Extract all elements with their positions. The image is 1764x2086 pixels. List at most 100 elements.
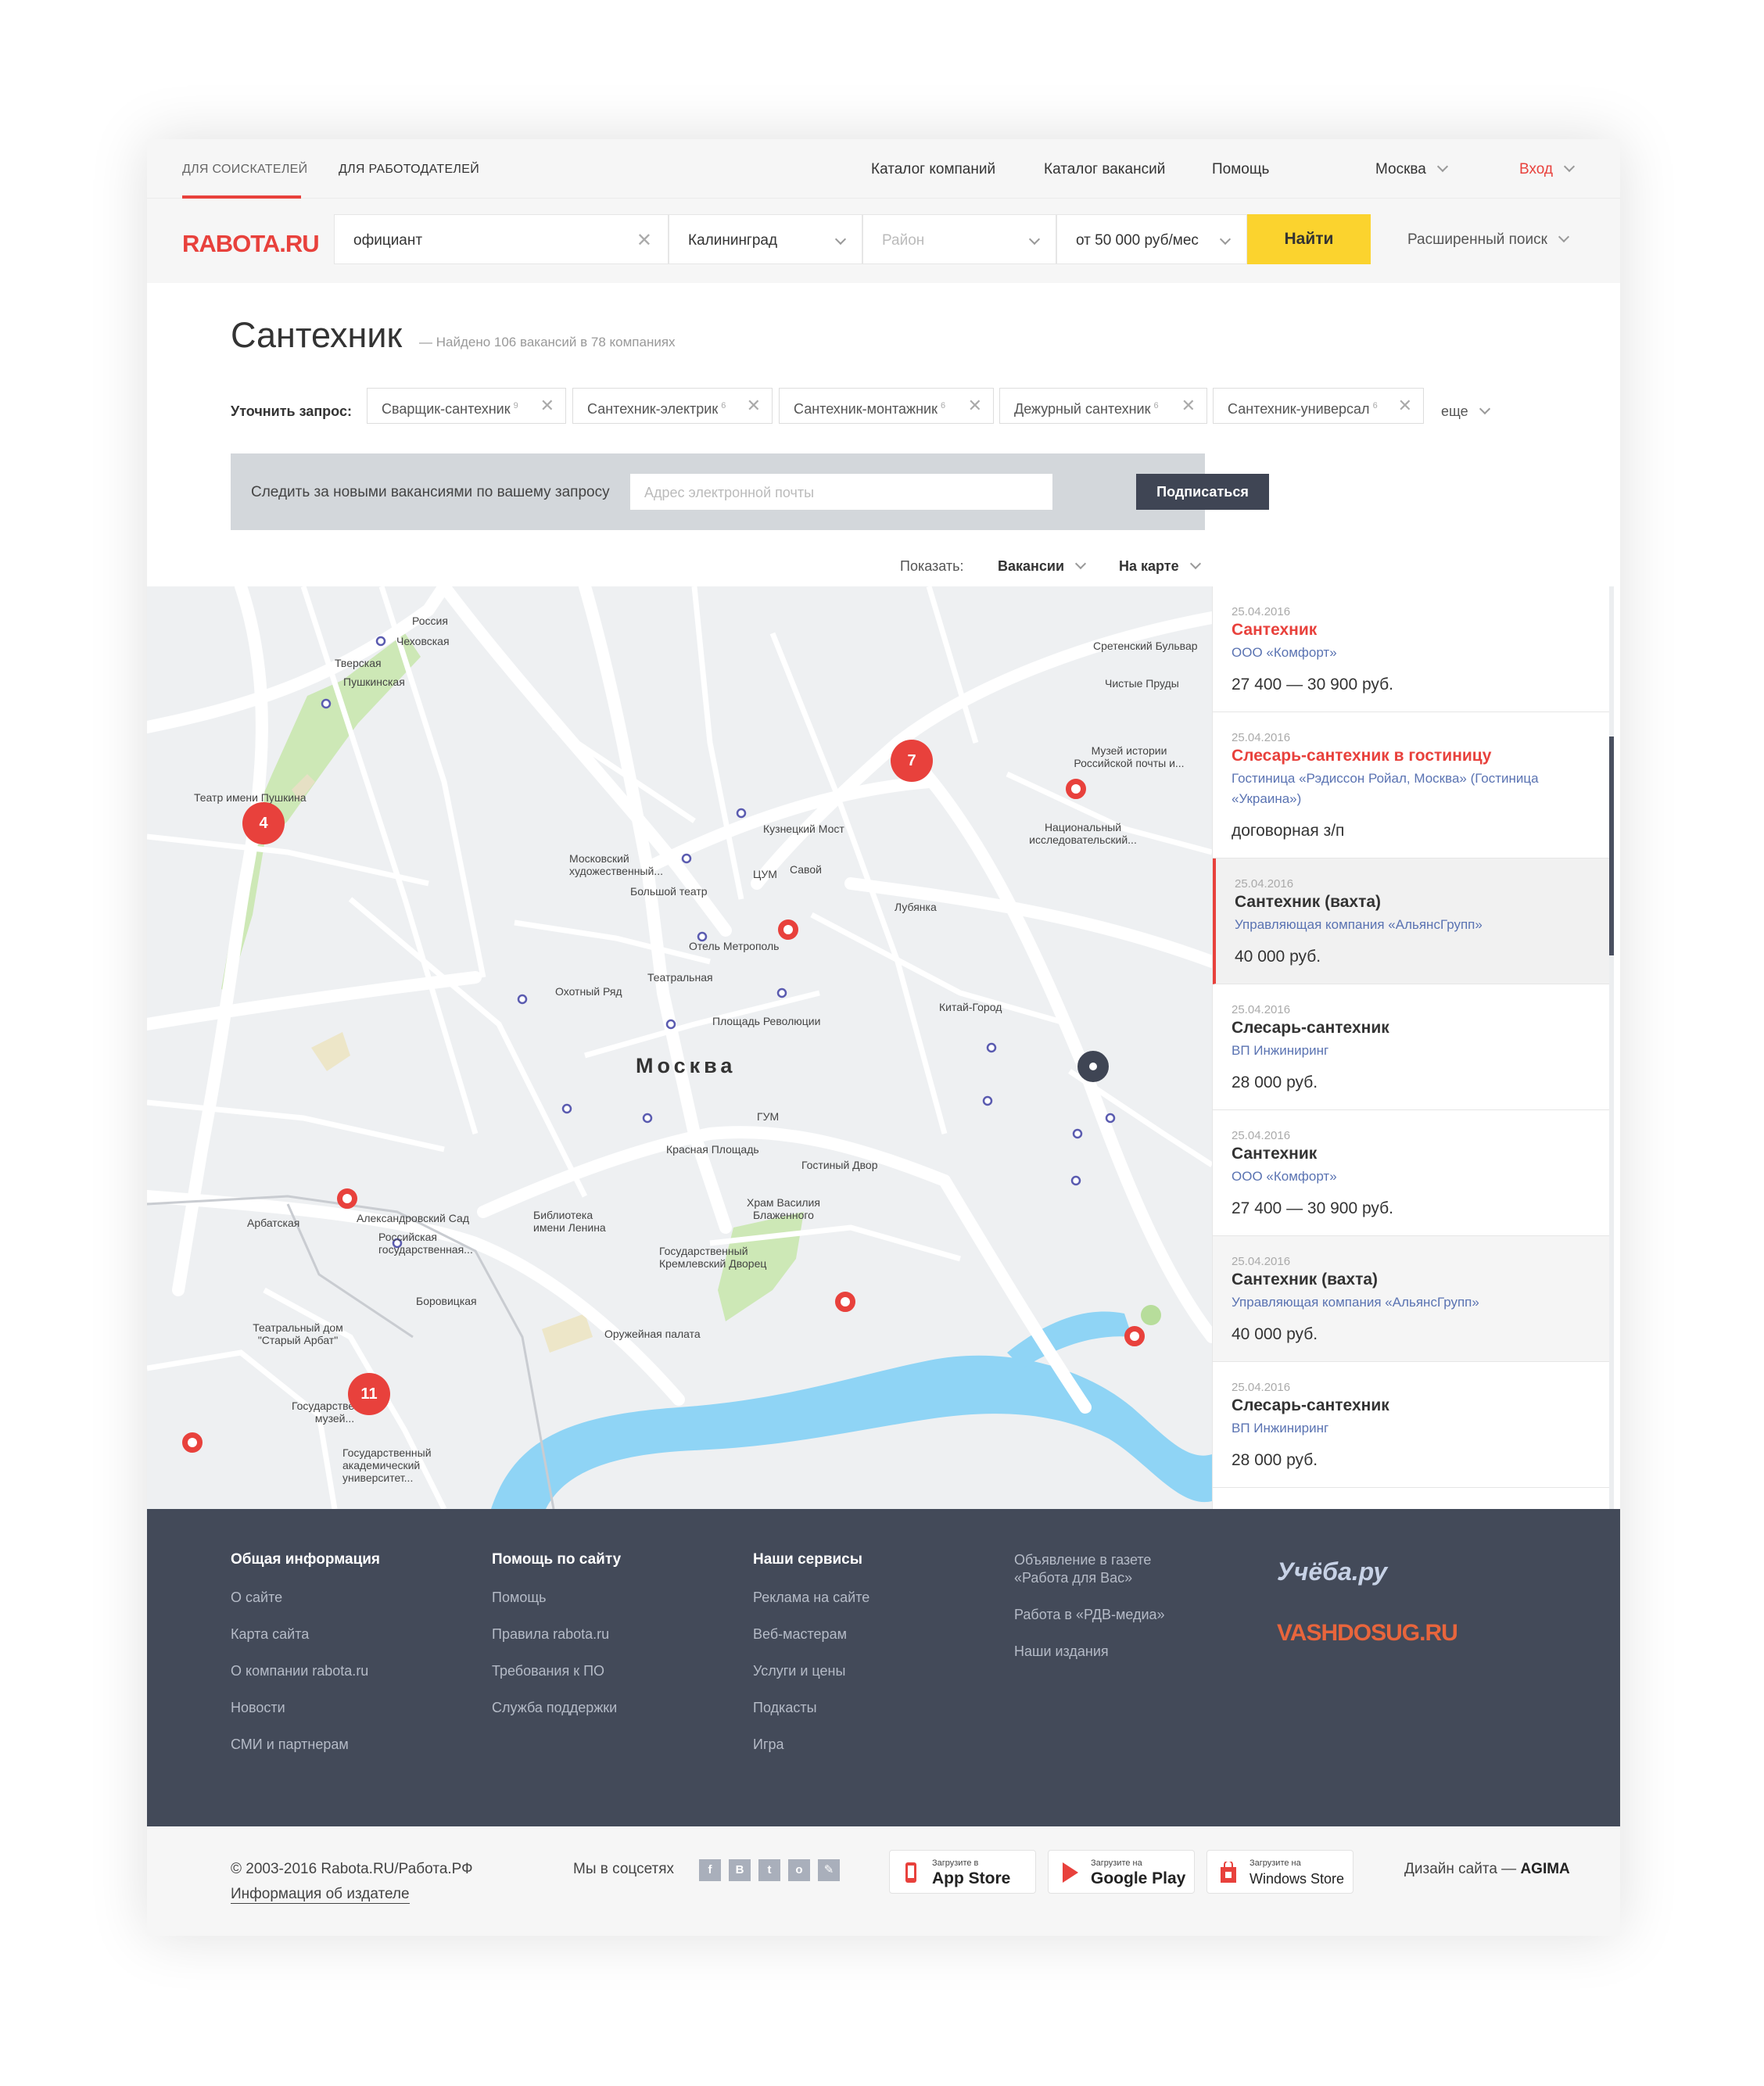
google-play-badge[interactable]: Загрузите на Google Play xyxy=(1048,1850,1195,1894)
remove-icon[interactable]: ✕ xyxy=(1398,389,1412,423)
refine-chip[interactable]: Сантехник-универсал 6 ✕ xyxy=(1213,388,1424,424)
catalog-companies-link[interactable]: Каталог компаний xyxy=(871,161,995,178)
clear-icon[interactable]: ✕ xyxy=(636,229,652,252)
vacancy-title[interactable]: Сантехник xyxy=(1232,1145,1317,1163)
vacancy-company[interactable]: ООО «Комфорт» xyxy=(1232,1167,1599,1187)
publisher-link[interactable]: Информация об издателе xyxy=(231,1886,410,1904)
vacancy-company[interactable]: Управляющая компания «АльянсГрупп» xyxy=(1232,1292,1599,1313)
vashdosug-logo[interactable]: VASHDOSUG.RU xyxy=(1277,1620,1458,1647)
vacancy-map[interactable]: Россия Чеховская Тверская Пушкинская Теа… xyxy=(147,586,1212,1509)
footer-link[interactable]: Работа в «РДВ-медиа» xyxy=(1014,1606,1194,1624)
map-pin-marker[interactable] xyxy=(182,1432,203,1453)
vk-icon[interactable]: B xyxy=(729,1859,751,1881)
map-pin-marker[interactable] xyxy=(1066,779,1086,799)
vacancy-card[interactable]: 25.04.2016 Слесарь-сантехник в гостиницу… xyxy=(1213,712,1612,858)
vacancy-title[interactable]: Слесарь-сантехник xyxy=(1232,1019,1389,1038)
list-scrollbar-thumb[interactable] xyxy=(1609,737,1614,955)
footer-link[interactable]: Подкасты xyxy=(753,1699,869,1717)
footer-link[interactable]: Игра xyxy=(753,1736,869,1754)
map-cluster-marker[interactable]: 4 xyxy=(242,802,285,844)
query-input[interactable]: официант ✕ xyxy=(334,214,669,264)
livejournal-icon[interactable]: ✎ xyxy=(818,1859,840,1881)
help-link[interactable]: Помощь xyxy=(1212,161,1269,178)
map-label: Тверская xyxy=(335,657,382,669)
refine-chip[interactable]: Сантехник-монтажник 6 ✕ xyxy=(779,388,994,424)
show-layout-select[interactable]: На карте xyxy=(1119,557,1201,575)
footer-link[interactable]: Новости xyxy=(231,1699,380,1717)
vacancy-title[interactable]: Сантехник (вахта) xyxy=(1232,1271,1378,1289)
remove-icon[interactable]: ✕ xyxy=(1181,389,1196,423)
odnoklassniki-icon[interactable]: o xyxy=(788,1859,810,1881)
chevron-down-icon xyxy=(1436,160,1448,173)
vacancy-title[interactable]: Слесарь-сантехник xyxy=(1232,1396,1389,1415)
vacancy-company[interactable]: ВП Инжиниринг xyxy=(1232,1418,1599,1439)
vacancy-card[interactable]: 25.04.2016 Слесарь-сантехник ВП Инжинири… xyxy=(1213,1362,1612,1488)
footer-link[interactable]: Реклама на сайте xyxy=(753,1589,869,1607)
city-select[interactable]: Калининград xyxy=(669,214,862,264)
vacancy-company[interactable]: Управляющая компания «АльянсГрупп» xyxy=(1235,915,1602,935)
footer-link[interactable]: Помощь xyxy=(492,1589,621,1607)
vacancy-card[interactable]: 25.04.2016 Сантехник (вахта) Управляющая… xyxy=(1213,858,1612,984)
footer-link[interactable]: Правила rabota.ru xyxy=(492,1625,621,1643)
footer-link[interactable]: СМИ и партнерам xyxy=(231,1736,380,1754)
show-label: Показать: xyxy=(900,558,964,574)
vacancy-card[interactable]: 25.04.2016 Слесарь-сантехник ВП Инжинири… xyxy=(1213,984,1612,1110)
city-selector[interactable]: Москва xyxy=(1375,160,1448,178)
catalog-vacancies-link[interactable]: Каталог вакансий xyxy=(1044,161,1165,178)
vacancy-company[interactable]: ВП Инжиниринг xyxy=(1232,1041,1599,1061)
windows-store-badge[interactable]: Загрузите на Windows Store xyxy=(1206,1850,1353,1894)
app-store-badge[interactable]: Загрузите в App Store xyxy=(889,1850,1036,1894)
agima-link[interactable]: AGIMA xyxy=(1520,1861,1569,1877)
map-pin-marker[interactable] xyxy=(337,1188,357,1209)
facebook-icon[interactable]: f xyxy=(699,1859,721,1881)
chevron-down-icon xyxy=(1028,233,1041,246)
remove-icon[interactable]: ✕ xyxy=(968,389,982,423)
vacancy-title[interactable]: Сантехник (вахта) xyxy=(1235,893,1381,912)
list-scrollbar-track[interactable] xyxy=(1609,586,1614,1509)
footer-link[interactable]: Служба поддержки xyxy=(492,1699,621,1717)
map-cluster-marker[interactable]: 7 xyxy=(891,740,933,782)
remove-icon[interactable]: ✕ xyxy=(747,389,761,423)
find-button[interactable]: Найти xyxy=(1247,214,1371,264)
map-label: ЦУМ xyxy=(753,868,777,880)
subscribe-button[interactable]: Подписаться xyxy=(1136,474,1269,510)
footer-link[interactable]: О сайте xyxy=(231,1589,380,1607)
district-select[interactable]: Район xyxy=(862,214,1056,264)
footer-link[interactable]: О компании rabota.ru xyxy=(231,1662,380,1680)
vacancy-card[interactable]: 25.04.2016 Сантехник ООО «Комфорт» 27 40… xyxy=(1213,586,1612,712)
salary-select[interactable]: от 50 000 руб/мес xyxy=(1056,214,1247,264)
refine-chip[interactable]: Сварщик-сантехник 9 ✕ xyxy=(367,388,566,424)
show-mode-select[interactable]: Вакансии xyxy=(998,557,1087,575)
map-cluster-marker[interactable]: 11 xyxy=(348,1373,390,1415)
vacancy-card[interactable]: 25.04.2016 Сантехник (вахта) Управляющая… xyxy=(1213,1236,1612,1362)
vacancy-title[interactable]: Сантехник xyxy=(1232,621,1317,640)
vacancy-company[interactable]: ООО «Комфорт» xyxy=(1232,643,1599,663)
footer-link[interactable]: Наши издания xyxy=(1014,1643,1194,1661)
remove-icon[interactable]: ✕ xyxy=(540,389,554,423)
tab-seekers[interactable]: Для соискателей xyxy=(182,163,307,177)
footer-link[interactable]: Веб-мастерам xyxy=(753,1625,869,1643)
footer-link[interactable]: Требования к ПО xyxy=(492,1662,621,1680)
top-nav: Для соискателей Для работодателей Катало… xyxy=(147,139,1620,199)
map-pin-marker[interactable] xyxy=(1124,1326,1145,1346)
refine-chip[interactable]: Сантехник-электрик 6 ✕ xyxy=(572,388,773,424)
map-pin-selected-marker[interactable] xyxy=(1077,1051,1109,1082)
site-logo[interactable]: RABOTA.RU xyxy=(182,230,320,258)
chip-label: Сварщик-сантехник xyxy=(382,401,511,417)
footer-link[interactable]: Объявление в газете «Работа для Вас» xyxy=(1014,1551,1194,1587)
map-pin-marker[interactable] xyxy=(778,919,798,940)
twitter-icon[interactable]: t xyxy=(758,1859,780,1881)
vacancy-card[interactable]: 25.04.2016 Сантехник ООО «Комфорт» 27 40… xyxy=(1213,1110,1612,1236)
footer-link[interactable]: Карта сайта xyxy=(231,1625,380,1643)
advanced-search-toggle[interactable]: Расширенный поиск xyxy=(1407,231,1569,249)
vacancy-title[interactable]: Слесарь-сантехник в гостиницу xyxy=(1232,747,1491,765)
footer-link[interactable]: Услуги и цены xyxy=(753,1662,869,1680)
refine-chip[interactable]: Дежурный сантехник 6 ✕ xyxy=(999,388,1207,424)
vacancy-company[interactable]: Гостиница «Рэдиссон Ройал, Москва» (Гост… xyxy=(1232,769,1599,809)
tab-employers[interactable]: Для работодателей xyxy=(339,163,479,177)
login-dropdown[interactable]: Вход xyxy=(1519,160,1576,178)
map-pin-marker[interactable] xyxy=(835,1292,855,1312)
more-chips-toggle[interactable]: еще xyxy=(1441,403,1490,420)
email-field[interactable]: Адрес электронной почты xyxy=(630,474,1052,510)
ucheba-logo[interactable]: Учёба.ру xyxy=(1277,1557,1387,1586)
